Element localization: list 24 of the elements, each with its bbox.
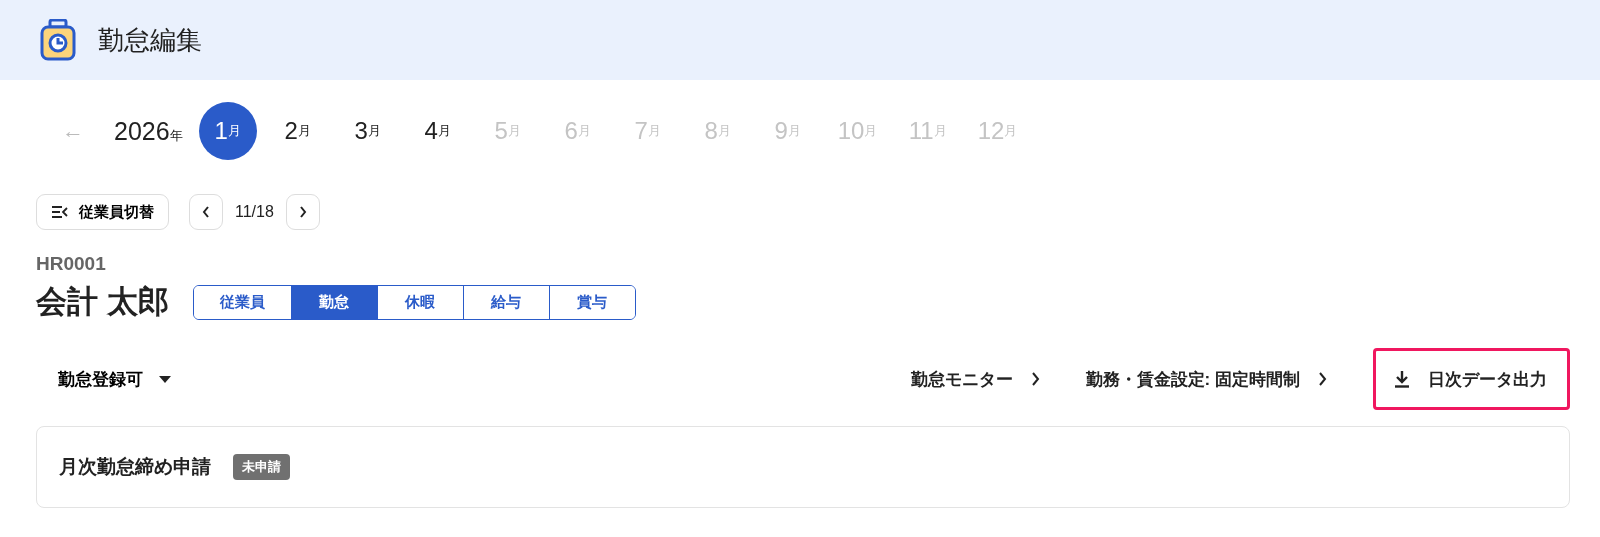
chevron-right-icon — [1030, 372, 1040, 386]
status-badge: 未申請 — [233, 454, 290, 480]
employee-code: HR0001 — [36, 253, 107, 275]
dropdown-caret-icon — [159, 375, 171, 383]
previous-employee-button[interactable] — [189, 194, 223, 230]
chevron-right-icon — [1318, 372, 1327, 386]
year-label: 2026年 — [114, 116, 183, 146]
chevron-right-icon — [298, 206, 307, 218]
download-icon — [1394, 370, 1410, 388]
chevron-left-icon — [202, 206, 210, 218]
export-button[interactable]: 日次データ出力 — [1373, 348, 1570, 410]
timer-icon — [40, 19, 76, 61]
section-tab[interactable]: 賞与 — [548, 285, 635, 319]
employee-name: 会計 太郎 — [36, 283, 169, 321]
nav-link[interactable]: 勤務・賃金設定: 固定時間制 — [1085, 367, 1327, 391]
next-employee-button[interactable] — [285, 194, 320, 230]
page-title: 勤怠編集 — [98, 23, 202, 57]
section-tab[interactable]: 勤怠 — [290, 285, 377, 319]
nav-link[interactable]: 勤怠モニター — [910, 367, 1040, 391]
status-dropdown[interactable]: 勤怠登録可 — [36, 366, 177, 392]
employee-switch-button[interactable]: 従業員切替 — [36, 194, 169, 230]
list-collapse-icon — [51, 205, 69, 219]
employee-position: 11/18 — [235, 203, 274, 221]
card-title: 月次勤怠締め申請 — [59, 455, 211, 479]
